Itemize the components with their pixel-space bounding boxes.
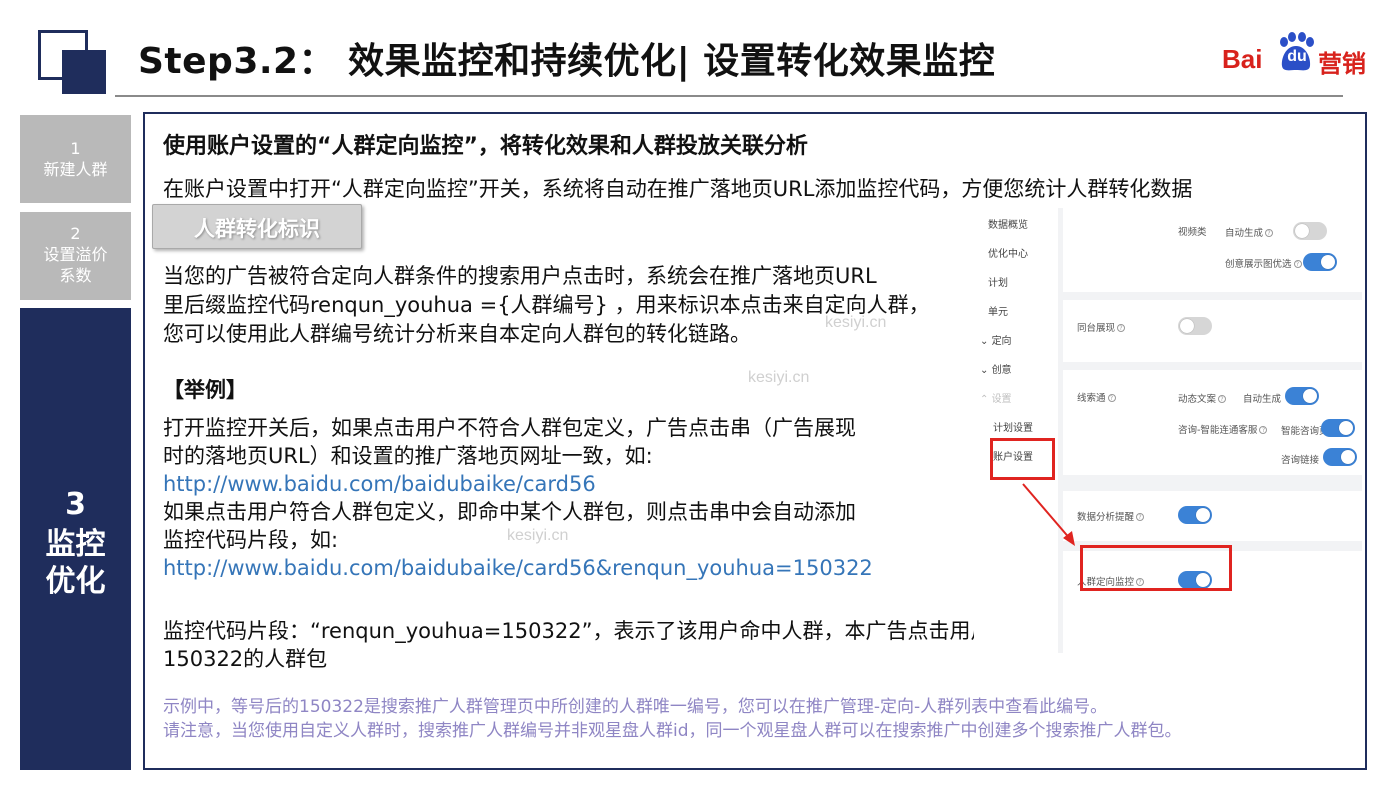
help-icon: ?: [1107, 394, 1116, 402]
example-link-1[interactable]: http://www.baidu.com/baidubaike/card56: [163, 470, 596, 499]
help-icon: ?: [1136, 513, 1145, 521]
toggle-smart-consult-page[interactable]: [1321, 419, 1355, 437]
help-icon: ?: [1117, 324, 1126, 332]
brand-bai: Bai: [1222, 44, 1263, 74]
section-tag-label: 人群转化标识: [194, 217, 320, 241]
toggle-same-display[interactable]: [1178, 317, 1212, 335]
sidebar-step-2[interactable]: 2 设置溢价 系数: [20, 212, 131, 300]
label-text: 动态文案: [1178, 394, 1217, 405]
lead-heading: 使用账户设置的“人群定向监控”，将转化效果和人群投放关联分析: [163, 134, 808, 159]
content-panel: 使用账户设置的“人群定向监控”，将转化效果和人群投放关联分析 在账户设置中打开“…: [143, 112, 1367, 770]
nav-item-creative[interactable]: ⌄ 创意: [980, 361, 1012, 376]
label: 自动生成: [1243, 394, 1282, 405]
nav-item[interactable]: 数据概览: [988, 216, 1028, 231]
settings-card-video: 视频类 自动生成? 创意展示图优选?: [1063, 208, 1362, 292]
toggle-knob: [1196, 508, 1210, 522]
header-divider: [115, 95, 1343, 97]
label: 咨询-智能连通客服?: [1178, 422, 1268, 436]
settings-nav: 数据概览 优化中心 计划 单元 ⌄ 定向 ⌄ 创意 ⌃ 设置 计划设置 账户设置: [974, 208, 1058, 653]
logo-square-fill: [62, 50, 106, 94]
step-number: 2: [70, 224, 81, 243]
settings-card-lead-tool: 线索通? 动态文案? 自动生成 咨询-智能连通客服? 智能咨询页 咨询链接: [1063, 370, 1362, 475]
toggle-auto-generate-2[interactable]: [1285, 387, 1319, 405]
label: 线索通?: [1077, 390, 1116, 404]
toggle-creative-image-pref[interactable]: [1303, 253, 1337, 271]
example-line: 如果点击用户符合人群包定义，即命中某个人群包，则点击串中会自动添加: [163, 500, 856, 524]
label-text: 创意展示图优选: [1225, 259, 1292, 270]
help-icon: ?: [1218, 395, 1227, 403]
step-label-line1: 监控: [45, 527, 106, 562]
step-label: 监控 优化: [20, 526, 131, 600]
highlight-account-settings: [990, 438, 1055, 480]
example-line: 时的落地页URL）和设置的推广落地页网址一致，如:: [163, 444, 653, 468]
chevron-icon: ⌄: [980, 336, 992, 347]
arrow-icon: [1022, 483, 1075, 546]
note-line: 示例中，等号后的150322是搜索推广人群管理页中所创建的人群唯一编号，您可以在…: [163, 697, 1108, 717]
toggle-knob: [1339, 421, 1353, 435]
example-heading: 【举例】: [163, 378, 247, 402]
label: 咨询链接: [1281, 455, 1320, 466]
nav-item[interactable]: 单元: [988, 303, 1008, 318]
nav-item[interactable]: 计划: [988, 274, 1008, 289]
watermark: kesiyi.cn: [825, 314, 887, 331]
brand-yingxiao: 营销: [1318, 50, 1366, 78]
nav-item-targeting[interactable]: ⌄ 定向: [980, 332, 1012, 347]
help-icon: ?: [1265, 229, 1274, 237]
nav-item-label: 定向: [991, 336, 1012, 347]
step-number: 1: [70, 139, 81, 158]
conclusion-line: 150322的人群包: [163, 647, 328, 671]
label: 自动生成?: [1225, 225, 1274, 239]
para-line: 里后缀监控代码renqun_youhua ={人群编号} ，用来标识本点击来自定…: [163, 293, 930, 317]
label: 动态文案?: [1178, 391, 1227, 405]
step-number: 3: [65, 487, 86, 522]
step-label: 新建人群: [43, 160, 108, 179]
example-line: 打开监控开关后，如果点击用户不符合人群包定义，广告点击串（广告展现: [163, 416, 856, 440]
nav-item-label: 设置: [991, 394, 1012, 405]
help-icon: ?: [1293, 260, 1302, 268]
settings-card-same-display: 同台展现?: [1063, 300, 1362, 362]
highlight-crowd-monitor: [1080, 545, 1232, 591]
para-line: 您可以使用此人群编号统计分析来自本定向人群包的转化链路。: [163, 322, 751, 346]
nav-item-label: 创意: [991, 365, 1012, 376]
chevron-icon: ⌄: [980, 365, 992, 376]
label-text: 同台展现: [1077, 323, 1116, 334]
watermark: kesiyi.cn: [748, 369, 810, 386]
label-text: 自动生成: [1225, 228, 1264, 239]
step-label-line1: 设置溢价: [43, 245, 108, 264]
watermark: kesiyi.cn: [507, 527, 569, 544]
toggle-knob: [1180, 319, 1194, 333]
sidebar-step-3-active[interactable]: 3 监控 优化: [20, 308, 131, 770]
label-text: 咨询-智能连通客服: [1178, 425, 1258, 436]
para-line: 当您的广告被符合定向人群条件的搜索用户点击时，系统会在推广落地页URL: [163, 264, 877, 288]
sidebar-step-1[interactable]: 1 新建人群: [20, 115, 131, 203]
settings-card-data-analysis: 数据分析提醒?: [1063, 491, 1362, 541]
toggle-consult-link[interactable]: [1323, 448, 1357, 466]
example-line: 监控代码片段，如:: [163, 528, 339, 552]
toggle-knob: [1321, 255, 1335, 269]
step-label-line2: 系数: [59, 266, 92, 285]
subtitle: 在账户设置中打开“人群定向监控”开关，系统将自动在推广落地页URL添加监控代码，…: [163, 177, 1193, 201]
toggle-auto-generate[interactable]: [1293, 222, 1327, 240]
label-text: 线索通: [1077, 393, 1106, 404]
step-label-line2: 优化: [45, 564, 106, 599]
chevron-icon: ⌃: [980, 394, 992, 405]
help-icon: ?: [1259, 426, 1268, 434]
section-tag: 人群转化标识: [152, 204, 362, 249]
label: 视频类: [1178, 227, 1207, 238]
nav-item[interactable]: 优化中心: [988, 245, 1028, 260]
page-title: Step3.2： 效果监控和持续优化| 设置转化效果监控: [138, 41, 996, 82]
example-link-2[interactable]: http://www.baidu.com/baidubaike/card56&r…: [163, 554, 873, 583]
nav-item-settings[interactable]: ⌃ 设置: [980, 390, 1012, 405]
toggle-knob: [1341, 450, 1355, 464]
nav-item[interactable]: 计划设置: [993, 419, 1033, 434]
label: 同台展现?: [1077, 320, 1126, 334]
toggle-knob: [1295, 224, 1309, 238]
note-line: 请注意，当您使用自定义人群时，搜索推广人群编号并非观星盘人群id，同一个观星盘人…: [163, 721, 1182, 741]
toggle-data-analysis-alert[interactable]: [1178, 506, 1212, 524]
brand-du: du: [1287, 48, 1307, 65]
baidu-marketing-logo: Bai du 营销: [1222, 30, 1372, 80]
label: 创意展示图优选?: [1225, 256, 1302, 270]
toggle-knob: [1303, 389, 1317, 403]
